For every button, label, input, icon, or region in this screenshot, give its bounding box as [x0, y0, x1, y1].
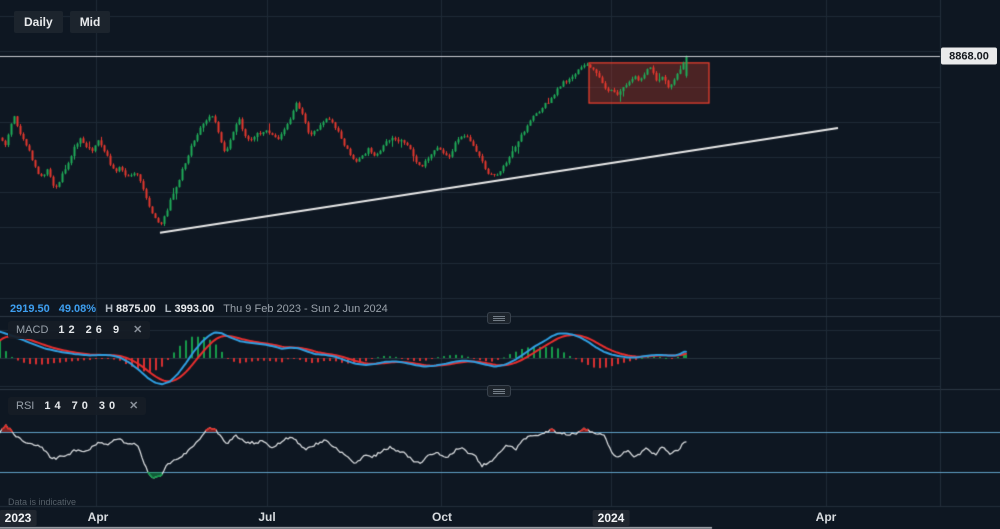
rsi-close-icon[interactable]: ✕ — [129, 399, 138, 413]
change-value: 2919.50 — [10, 303, 50, 316]
period-low: L3993.00 — [165, 303, 215, 316]
macd-indicator-label[interactable]: MACD 12 26 9 ✕ — [8, 321, 150, 339]
timeframe-mid-button[interactable]: Mid — [70, 11, 111, 33]
timeframe-toolbar: Daily Mid — [14, 11, 110, 33]
last-price-badge: 8868.00 — [941, 48, 997, 65]
rsi-name: RSI — [16, 399, 34, 413]
macd-pane-grip-icon[interactable] — [487, 312, 511, 324]
timeframe-daily-button[interactable]: Daily — [14, 11, 63, 33]
rsi-indicator-label[interactable]: RSI 14 70 30 ✕ — [8, 397, 146, 415]
rsi-params: 14 70 30 — [44, 399, 119, 413]
macd-name: MACD — [16, 323, 48, 337]
data-indicative-note: Data is indicative — [8, 497, 76, 507]
chart-plot-area[interactable] — [0, 0, 1000, 529]
macd-params: 12 26 9 — [58, 323, 123, 337]
macd-close-icon[interactable]: ✕ — [133, 323, 142, 337]
price-status-bar: 2919.50 49.08% H8875.00 L3993.00 Thu 9 F… — [10, 303, 388, 316]
date-range: Thu 9 Feb 2023 - Sun 2 Jun 2024 — [223, 303, 388, 316]
period-high: H8875.00 — [105, 303, 156, 316]
rsi-pane-grip-icon[interactable] — [487, 385, 511, 397]
change-percent: 49.08% — [59, 303, 96, 316]
trading-chart-window: { "toolbar": { "buttons": [ {"label": "D… — [0, 0, 1000, 529]
